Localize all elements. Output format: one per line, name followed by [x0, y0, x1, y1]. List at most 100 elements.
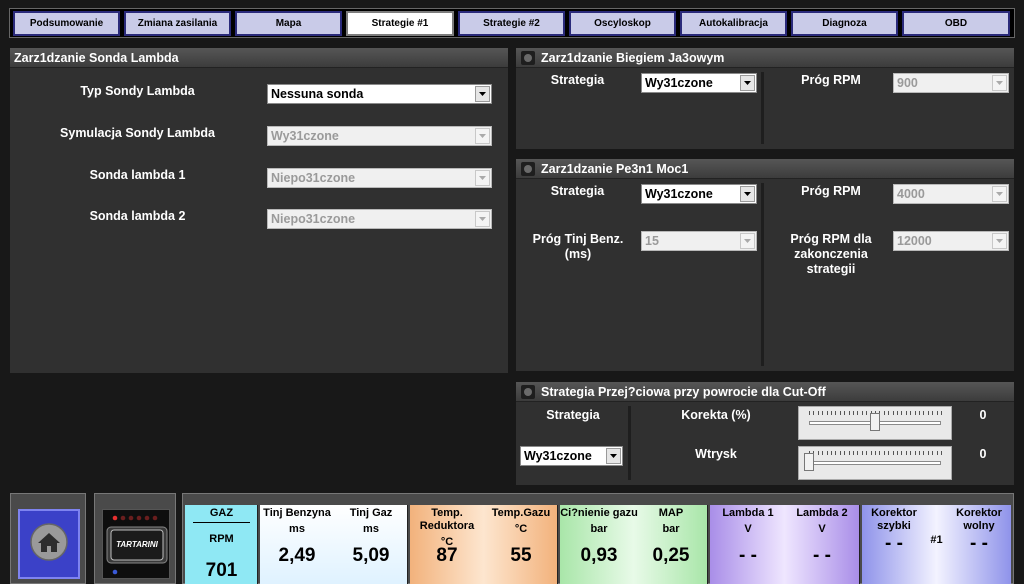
tab-obd[interactable]: OBD [902, 11, 1010, 36]
tab-autokalibracja[interactable]: Autokalibracja [680, 11, 787, 36]
slider-tick [866, 411, 868, 415]
tab-podsumowanie[interactable]: Podsumowanie [13, 11, 120, 36]
tinj-gaz-value: 5,09 [352, 545, 390, 566]
cisnienie-unit: bar [590, 523, 608, 535]
slider-thumb[interactable] [870, 413, 880, 431]
bieg-rpm-input[interactable]: 900 [893, 73, 1009, 93]
slider-tick [901, 451, 903, 455]
tab-oscyloskop[interactable]: Oscyloskop [569, 11, 676, 36]
chevron-down-icon [740, 75, 755, 91]
logo-text: TARTARINI [116, 540, 158, 549]
korektor-gauge: Korektor szybki - - #1 Korektor wolny - … [862, 505, 1011, 584]
slider-tick [927, 411, 929, 415]
ecu-logo: TARTARINI [102, 509, 170, 579]
slider-tick [914, 411, 916, 415]
sonda-2-select[interactable]: Niepo31czone [267, 209, 492, 229]
slider-tick [835, 411, 837, 415]
slider-ticks [809, 451, 942, 455]
tinj-benz-value: 2,49 [278, 545, 316, 566]
moc-tinj-input[interactable]: 15 [641, 231, 757, 251]
tab-strategie-1[interactable]: Strategie #1 [346, 11, 454, 36]
slider-tick [822, 411, 824, 415]
slider-tick [919, 411, 920, 415]
slider-tick [817, 451, 819, 455]
slider-thumb[interactable] [804, 453, 814, 471]
tinj-gauge: Tinj Benzyna ms 2,49 Tinj Gaz ms 5,09 [260, 505, 408, 584]
slider-tick [941, 451, 942, 455]
slider-tick [831, 451, 832, 455]
moc-rpm-end-input[interactable]: 12000 [893, 231, 1009, 251]
cutoff-strategia-label: Strategia [546, 408, 600, 422]
slider-tick [888, 451, 890, 455]
chevron-down-icon [475, 170, 490, 186]
cutoff-divider [628, 406, 631, 480]
bieg-rpm-label: Próg RPM [801, 73, 861, 87]
slider-tick [853, 451, 854, 455]
tab-bar: Podsumowanie Zmiana zasilania Mapa Strat… [9, 8, 1015, 38]
symulacja-label: Symulacja Sondy Lambda [60, 126, 215, 140]
cutoff-strategia-select[interactable]: Wy31czone [520, 446, 623, 466]
slider-tick [901, 411, 903, 415]
home-button[interactable] [18, 509, 80, 579]
slider-tick [822, 451, 824, 455]
chevron-down-icon [992, 186, 1007, 202]
slider-tick [839, 411, 841, 415]
slider-tick [897, 411, 898, 415]
tab-diagnoza[interactable]: Diagnoza [791, 11, 898, 36]
typ-sondy-select[interactable]: Nessuna sonda [267, 84, 492, 104]
tab-zmiana-zasilania[interactable]: Zmiana zasilania [124, 11, 231, 36]
kor-wolny-label: Korektor wolny [956, 507, 1002, 532]
wtrysk-slider[interactable] [798, 446, 952, 480]
slider-tick [809, 411, 810, 415]
tinj-gaz-label: Tinj Gaz [349, 507, 393, 519]
lambda-panel-title: Zarz1dzanie Sonda Lambda [10, 48, 508, 68]
lambda2-unit: V [818, 523, 826, 535]
slider-tick [936, 451, 938, 455]
bieg-panel-title: Zarz1dzanie Biegiem Ja3owym [516, 48, 1014, 68]
lambda1-unit: V [744, 523, 752, 535]
kor-number: #1 [930, 534, 943, 546]
slider-tick [848, 411, 850, 415]
cisnienie-label: Ci?nienie gazu [560, 507, 638, 519]
tab-strategie-2[interactable]: Strategie #2 [458, 11, 565, 36]
chevron-down-icon [992, 75, 1007, 91]
slider-tick [936, 411, 938, 415]
rpm-value: 701 [205, 560, 238, 581]
slider-tick [826, 451, 828, 455]
symulacja-select[interactable]: Wy31czone [267, 126, 492, 146]
pressure-gauge: Ci?nienie gazu bar 0,93 MAP bar 0,25 [560, 505, 708, 584]
home-icon [29, 522, 69, 567]
moc-rpm-end-label: Próg RPM dla zakonczenia strategii [790, 232, 872, 276]
cutoff-panel-title: Strategia Przej?ciowa przy powrocie dla … [516, 382, 1014, 402]
temp-gauge: Temp. Reduktora °C 87 Temp.Gazu °C 55 [410, 505, 558, 584]
moc-rpm-input[interactable]: 4000 [893, 184, 1009, 204]
bieg-strategia-select[interactable]: Wy31czone [641, 73, 757, 93]
temp-gaz-value: 55 [510, 545, 532, 566]
slider-tick [888, 411, 890, 415]
chevron-down-icon [475, 128, 490, 144]
slider-tick [927, 451, 929, 455]
slider-tick [883, 451, 885, 455]
slider-tick [853, 411, 854, 415]
moc-panel-title: Zarz1dzanie Pe3n1 Moc1 [516, 159, 1014, 179]
sonda-1-select[interactable]: Niepo31czone [267, 168, 492, 188]
module-icon [520, 384, 536, 400]
slider-tick [844, 411, 846, 415]
gaz-title: GAZ [209, 507, 234, 519]
bieg-divider [761, 72, 764, 144]
slider-tick [857, 411, 859, 415]
korekta-slider[interactable] [798, 406, 952, 440]
tab-mapa[interactable]: Mapa [235, 11, 342, 36]
chevron-down-icon [606, 448, 621, 464]
moc-strategia-select[interactable]: Wy31czone [641, 184, 757, 204]
ecu-frame: TARTARINI [94, 493, 176, 584]
chevron-down-icon [475, 86, 490, 102]
slider-tick [910, 411, 912, 415]
moc-rpm-label: Próg RPM [801, 184, 861, 198]
slider-tick [866, 451, 868, 455]
cisnienie-value: 0,93 [580, 545, 618, 566]
slider-tick [910, 451, 912, 455]
tinj-benz-unit: ms [289, 523, 305, 535]
kor-wolny-value: - - [970, 533, 988, 554]
tinj-gaz-unit: ms [363, 523, 379, 535]
